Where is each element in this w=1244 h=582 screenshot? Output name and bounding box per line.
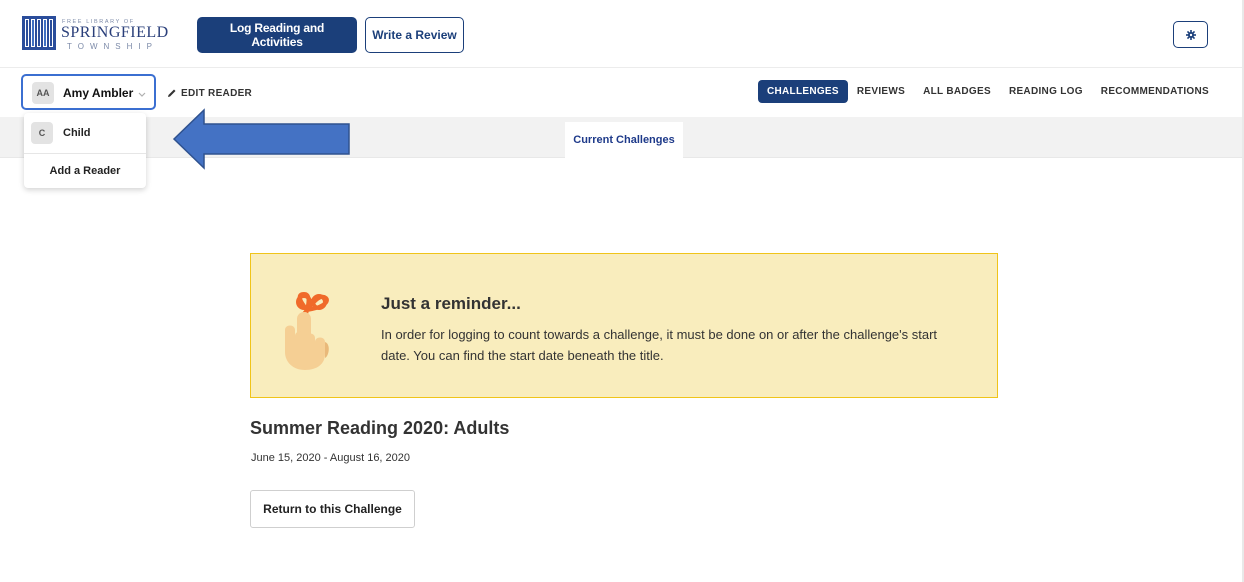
reminder-title: Just a reminder...	[381, 294, 521, 313]
avatar: C	[31, 122, 53, 144]
logo-sub-text: TOWNSHIP	[67, 42, 158, 51]
reader-name: Amy Ambler	[63, 86, 134, 100]
dropdown-item-label: Add a Reader	[49, 165, 121, 177]
gear-icon	[1185, 29, 1196, 40]
nav-reading-log[interactable]: READING LOG	[1000, 80, 1092, 103]
challenge-title: Summer Reading 2020: Adults	[250, 418, 510, 438]
books-logo-icon	[22, 16, 56, 50]
avatar: AA	[32, 82, 54, 104]
reader-select[interactable]: AA Amy Ambler	[21, 74, 156, 110]
reminder-body: In order for logging to count towards a …	[381, 327, 938, 363]
logo-main-text: SPRINGFIELD	[61, 24, 169, 41]
nav-all-badges[interactable]: ALL BADGES	[914, 80, 1000, 103]
dropdown-item-child[interactable]: C Child	[24, 115, 146, 151]
nav-challenges[interactable]: CHALLENGES	[757, 80, 848, 103]
return-to-challenge-button[interactable]: Return to this Challenge	[250, 490, 415, 528]
dropdown-item-add-reader[interactable]: Add a Reader	[24, 154, 146, 190]
pencil-icon	[168, 89, 176, 97]
settings-button[interactable]	[1173, 21, 1208, 48]
log-reading-button[interactable]: Log Reading and Activities	[197, 17, 357, 53]
edit-reader-link[interactable]: EDIT READER	[167, 86, 252, 100]
main-nav: CHALLENGES REVIEWS ALL BADGES READING LO…	[757, 80, 1218, 103]
reader-dropdown-menu: C Child Add a Reader	[24, 113, 146, 188]
write-review-button[interactable]: Write a Review	[365, 17, 464, 53]
header-divider	[0, 67, 1244, 68]
nav-reviews[interactable]: REVIEWS	[848, 80, 914, 103]
library-logo[interactable]: FREE LIBRARY OF SPRINGFIELD TOWNSHIP	[22, 14, 168, 54]
nav-recommendations[interactable]: RECOMMENDATIONS	[1092, 80, 1218, 103]
dropdown-item-label: Child	[63, 127, 91, 139]
tab-current-challenges[interactable]: Current Challenges	[565, 122, 683, 158]
left-arrow-icon	[172, 108, 350, 170]
reminder-box: Just a reminder... In order for logging …	[250, 253, 998, 398]
finger-reminder-icon	[285, 292, 329, 370]
edit-reader-label: EDIT READER	[181, 87, 253, 99]
challenge-dates: June 15, 2020 - August 16, 2020	[251, 452, 411, 464]
chevron-down-icon	[138, 92, 146, 97]
